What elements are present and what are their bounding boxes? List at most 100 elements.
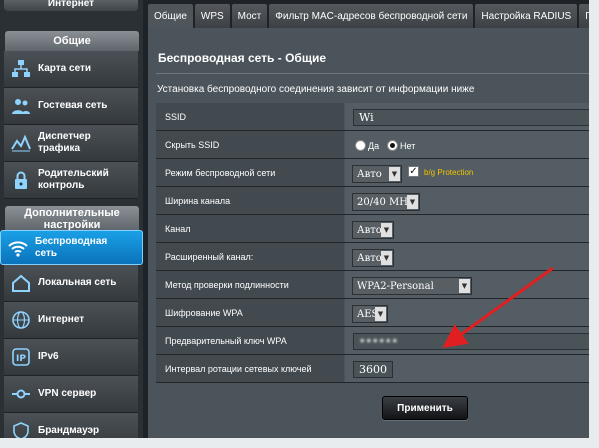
sidebar-header-general-label: Общие: [53, 35, 91, 47]
wireless-mode-select[interactable]: Авто ▼: [352, 165, 402, 183]
row-wpa-encryption: Шифрование WPA AES ▼: [156, 299, 590, 327]
wpa-psk-value: ••••••: [359, 335, 398, 348]
sidebar-item-label: VPN сервер: [38, 388, 97, 399]
row-key-rotation: Интервал ротации сетевых ключей 3600: [156, 355, 590, 383]
auth-method-value: WPA2-Personal: [357, 280, 434, 292]
sidebar-header-advanced-label: Дополнительные настройки: [24, 206, 120, 231]
channel-width-select[interactable]: 20/40 MHz ▼: [352, 193, 420, 211]
channel-value: Авто: [357, 224, 382, 236]
internet-globe-icon: [10, 309, 32, 331]
row-hide-ssid: Скрыть SSID Да Нет: [156, 131, 590, 159]
sidebar-item-traffic-manager[interactable]: Диспетчер трафика: [4, 125, 138, 162]
parental-control-icon: [10, 169, 32, 191]
divider: [156, 73, 590, 74]
chevron-down-icon: ▼: [375, 307, 386, 321]
main-panel: Беспроводная сеть - Общие Установка бесп…: [148, 28, 590, 438]
row-ssid: SSID Wi: [156, 103, 590, 131]
wpa-psk-input[interactable]: ••••••: [353, 333, 590, 350]
row-wpa-psk: Предварительный ключ WPA ••••••: [156, 327, 590, 355]
bg-protection-checkbox[interactable]: ✓: [408, 166, 419, 177]
wpa-psk-label: Предварительный ключ WPA: [156, 327, 344, 354]
wpa-encryption-select[interactable]: AES ▼: [352, 305, 388, 323]
sidebar-item-label: Гостевая сеть: [38, 100, 108, 111]
sidebar-item-vpn[interactable]: VPN сервер: [4, 376, 138, 413]
hide-ssid-label: Скрыть SSID: [156, 131, 344, 158]
wireless-icon: [7, 237, 29, 259]
sidebar: Интернет Общие Карта сети Гостевая сеть …: [0, 0, 143, 438]
chevron-down-icon: ▼: [389, 167, 400, 181]
sidebar-item-label: Локальная сеть: [38, 277, 117, 288]
sidebar-item-label: Беспроводная сеть: [35, 235, 108, 259]
sidebar-item-parental-control[interactable]: Родительский контроль: [4, 162, 138, 199]
key-rotation-input[interactable]: 3600: [353, 361, 393, 378]
hide-ssid-yes-radio[interactable]: [355, 140, 366, 151]
sidebar-item-ipv6[interactable]: IP IPv6: [4, 339, 138, 376]
tab-mac-filter[interactable]: Фильтр MAC-адресов беспроводной сети: [269, 4, 474, 28]
router-admin-window: Интернет Общие Карта сети Гостевая сеть …: [0, 0, 590, 438]
bg-protection-label: b/g Protection: [424, 168, 474, 177]
wireless-mode-label: Режим беспроводной сети: [156, 159, 344, 186]
channel-label: Канал: [156, 215, 344, 242]
row-auth-method: Метод проверки подлинности WPA2-Personal…: [156, 271, 590, 299]
tab-wps[interactable]: WPS: [194, 4, 230, 28]
row-channel: Канал Авто ▼: [156, 215, 590, 243]
wpa-encryption-label: Шифрование WPA: [156, 299, 344, 326]
hide-ssid-yes-label: Да: [368, 141, 380, 151]
settings-table: SSID Wi Скрыть SSID Да Нет Режим беспров…: [156, 103, 590, 383]
row-wireless-mode: Режим беспроводной сети Авто ▼ ✓ b/g Pro…: [156, 159, 590, 187]
chevron-down-icon: ▼: [459, 279, 470, 293]
sidebar-item-label: Брандмауэр: [38, 425, 100, 436]
sidebar-item-label: Диспетчер трафика: [38, 131, 91, 154]
sidebar-item-label: IPv6: [38, 351, 59, 362]
sidebar-header-advanced: Дополнительные настройки: [4, 205, 140, 232]
lan-icon: [10, 272, 32, 294]
row-channel-width: Ширина канала 20/40 MHz ▼: [156, 187, 590, 215]
sidebar-item-label: Родительский контроль: [38, 168, 109, 191]
auth-method-label: Метод проверки подлинности: [156, 271, 344, 298]
hide-ssid-no-radio[interactable]: [387, 140, 398, 151]
tab-bar: Общие WPS Мост Фильтр MAC-адресов беспро…: [148, 4, 590, 28]
chevron-down-icon: ▼: [381, 251, 392, 265]
page-margin-bottom: [0, 438, 599, 448]
key-rotation-label: Интервал ротации сетевых ключей: [156, 355, 344, 382]
firewall-icon: [10, 420, 32, 438]
sidebar-header-general: Общие: [4, 30, 140, 52]
row-extension-channel: Расширенный канал: Авто ▼: [156, 243, 590, 271]
chevron-down-icon: ▼: [407, 195, 418, 209]
sidebar-item-label: Карта сети: [38, 63, 92, 74]
ipv6-icon: IP: [10, 346, 32, 368]
sidebar-item-internet[interactable]: Интернет: [4, 302, 138, 339]
auth-method-select[interactable]: WPA2-Personal ▼: [352, 277, 472, 295]
page-description: Установка беспроводного соединения завис…: [157, 84, 475, 95]
chevron-down-icon: ▼: [381, 223, 392, 237]
extension-channel-label: Расширенный канал:: [156, 243, 344, 270]
apply-button[interactable]: Применить: [382, 396, 468, 420]
guest-network-icon: [10, 95, 32, 117]
channel-select[interactable]: Авто ▼: [352, 221, 394, 239]
sidebar-item-label: Интернет: [38, 314, 85, 325]
sidebar-item-lan[interactable]: Локальная сеть: [4, 265, 138, 302]
tab-radius[interactable]: Настройка RADIUS: [475, 4, 578, 28]
network-map-icon: [10, 58, 32, 80]
sidebar-item-internet-top[interactable]: Интернет: [4, 0, 138, 11]
extension-channel-value: Авто: [357, 252, 382, 264]
extension-channel-select[interactable]: Авто ▼: [352, 249, 394, 267]
sidebar-item-guest-network[interactable]: Гостевая сеть: [4, 88, 138, 125]
sidebar-item-firewall[interactable]: Брандмауэр: [4, 413, 138, 438]
vpn-icon: [10, 383, 32, 405]
hide-ssid-no-label: Нет: [400, 141, 416, 151]
key-rotation-value: 3600: [359, 363, 387, 376]
wireless-mode-value: Авто: [357, 168, 382, 180]
ssid-input[interactable]: Wi: [353, 109, 590, 126]
ssid-label: SSID: [156, 103, 344, 130]
traffic-manager-icon: [10, 132, 32, 154]
sidebar-item-network-map[interactable]: Карта сети: [4, 51, 138, 88]
tab-general[interactable]: Общие: [148, 4, 193, 28]
tab-bridge[interactable]: Мост: [231, 4, 268, 28]
page-margin-right: [589, 0, 599, 448]
page-title: Беспроводная сеть - Общие: [158, 51, 327, 65]
sidebar-item-wireless[interactable]: Беспроводная сеть: [0, 230, 143, 265]
channel-width-value: 20/40 MHz: [357, 196, 414, 208]
svg-text:IP: IP: [16, 354, 26, 364]
channel-width-label: Ширина канала: [156, 187, 344, 214]
